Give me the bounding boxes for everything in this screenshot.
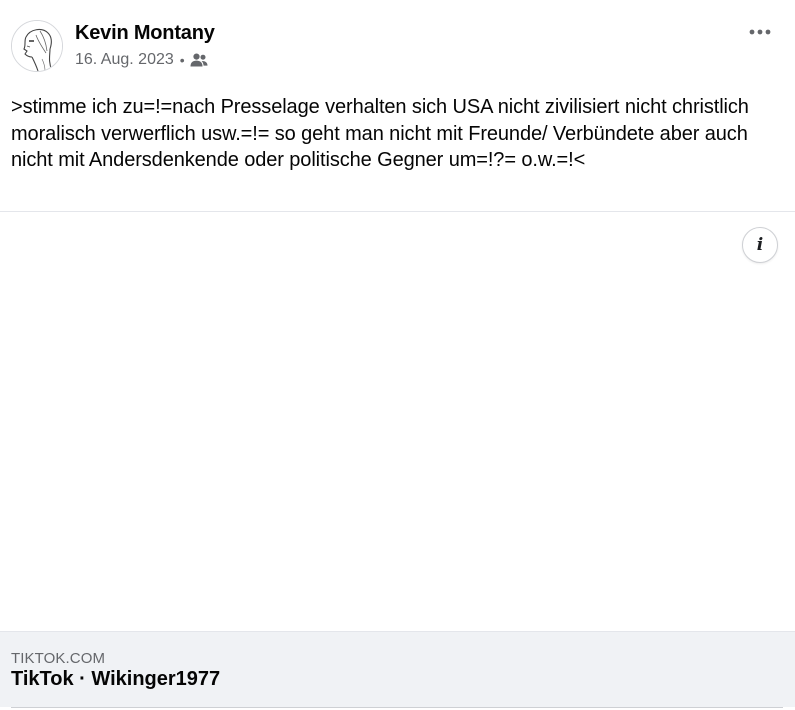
link-domain: TIKTOK.COM — [11, 650, 106, 667]
post: Kevin Montany 16. Aug. 2023 • >stimme ic… — [0, 0, 795, 710]
post-header: Kevin Montany 16. Aug. 2023 • — [0, 0, 795, 86]
avatar-sketch-icon — [12, 21, 62, 71]
post-meta: 16. Aug. 2023 • — [75, 50, 208, 70]
friends-icon[interactable] — [190, 53, 208, 67]
embedded-media[interactable] — [0, 212, 795, 631]
meta-separator: • — [179, 52, 185, 68]
author-name[interactable]: Kevin Montany — [75, 21, 215, 45]
post-date[interactable]: 16. Aug. 2023 — [75, 51, 174, 69]
divider — [11, 707, 783, 708]
more-horizontal-icon — [749, 29, 771, 35]
link-preview-card[interactable]: TIKTOK.COM TikTok · Wikinger1977 — [0, 631, 795, 707]
link-title[interactable]: TikTok · Wikinger1977 — [11, 668, 220, 691]
avatar[interactable] — [11, 20, 63, 72]
info-button[interactable]: i — [742, 227, 778, 263]
info-icon: i — [756, 234, 764, 255]
post-text: >stimme ich zu=!=nach Presselage verhalt… — [11, 96, 749, 171]
more-options-button[interactable] — [742, 18, 778, 46]
